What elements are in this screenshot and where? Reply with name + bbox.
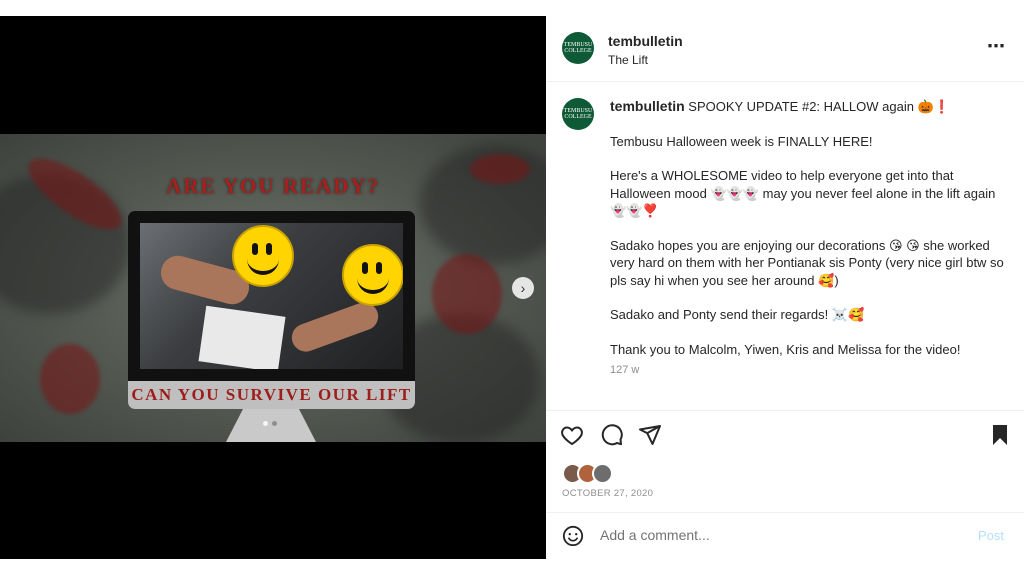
- next-slide-button[interactable]: ›: [512, 277, 534, 299]
- chevron-right-icon: ›: [520, 280, 526, 296]
- post-header: TEMBUSU COLLEGE tembulletin The Lift ⋯: [546, 16, 1024, 82]
- carousel-dot-active: [263, 421, 268, 426]
- caption-paragraph: Sadako hopes you are enjoying our decora…: [610, 237, 1004, 288]
- post-date: OCTOBER 27, 2020: [562, 488, 654, 499]
- liker-avatars[interactable]: [562, 463, 613, 484]
- post-time[interactable]: 127 w: [610, 362, 1010, 380]
- smiley-face-icon: [232, 225, 294, 287]
- halloween-poster: ARE YOU READY? CAN YOU SURVIVE OUR LIFT: [0, 134, 546, 442]
- caption-paragraph: Thank you to Malcolm, Yiwen, Kris and Me…: [610, 341, 961, 357]
- poster-headline: ARE YOU READY?: [166, 174, 380, 198]
- more-options-icon[interactable]: ⋯: [987, 36, 1006, 57]
- post-sidebar: TEMBUSU COLLEGE tembulletin The Lift ⋯ T…: [546, 16, 1024, 559]
- emoji-icon[interactable]: [562, 525, 584, 547]
- video-frame: [140, 223, 403, 369]
- monitor-graphic: CAN YOU SURVIVE OUR LIFT: [128, 211, 415, 409]
- person-arm: [287, 298, 383, 356]
- caption-username[interactable]: tembulletin: [610, 98, 685, 114]
- heart-icon[interactable]: [560, 423, 584, 447]
- share-icon[interactable]: [638, 423, 662, 447]
- bloody-handprint: [40, 344, 100, 414]
- action-bar: [546, 410, 1024, 461]
- header-username[interactable]: tembulletin: [608, 33, 683, 49]
- avatar: [592, 463, 613, 484]
- carousel-dot: [272, 421, 277, 426]
- comment-bar: Post: [546, 512, 1024, 560]
- comment-input[interactable]: [598, 526, 962, 544]
- avatar[interactable]: TEMBUSU COLLEGE: [562, 32, 594, 64]
- caption-avatar[interactable]: TEMBUSU COLLEGE: [562, 98, 594, 130]
- poster-footer-text: CAN YOU SURVIVE OUR LIFT: [128, 381, 415, 409]
- location-link[interactable]: The Lift: [608, 53, 683, 67]
- paper-sheet: [198, 305, 286, 369]
- bloody-handprint: [432, 254, 502, 334]
- caption-paragraph: SPOOKY UPDATE #2: HALLOW again 🎃❗: [688, 99, 950, 114]
- smiley-face-icon: [342, 244, 403, 306]
- carousel-dots: [263, 421, 277, 426]
- post-media: ARE YOU READY? CAN YOU SURVIVE OUR LIFT: [0, 16, 546, 559]
- caption: tembulletin SPOOKY UPDATE #2: HALLOW aga…: [610, 98, 1010, 380]
- caption-paragraph: Here's a WHOLESOME video to help everyon…: [610, 168, 996, 218]
- post-comment-button[interactable]: Post: [972, 527, 1010, 544]
- caption-paragraph: Sadako and Ponty send their regards! ☠️🥰: [610, 307, 865, 322]
- bookmark-icon[interactable]: [988, 423, 1012, 447]
- comment-icon[interactable]: [600, 423, 624, 447]
- caption-paragraph: Tembusu Halloween week is FINALLY HERE!: [610, 133, 873, 149]
